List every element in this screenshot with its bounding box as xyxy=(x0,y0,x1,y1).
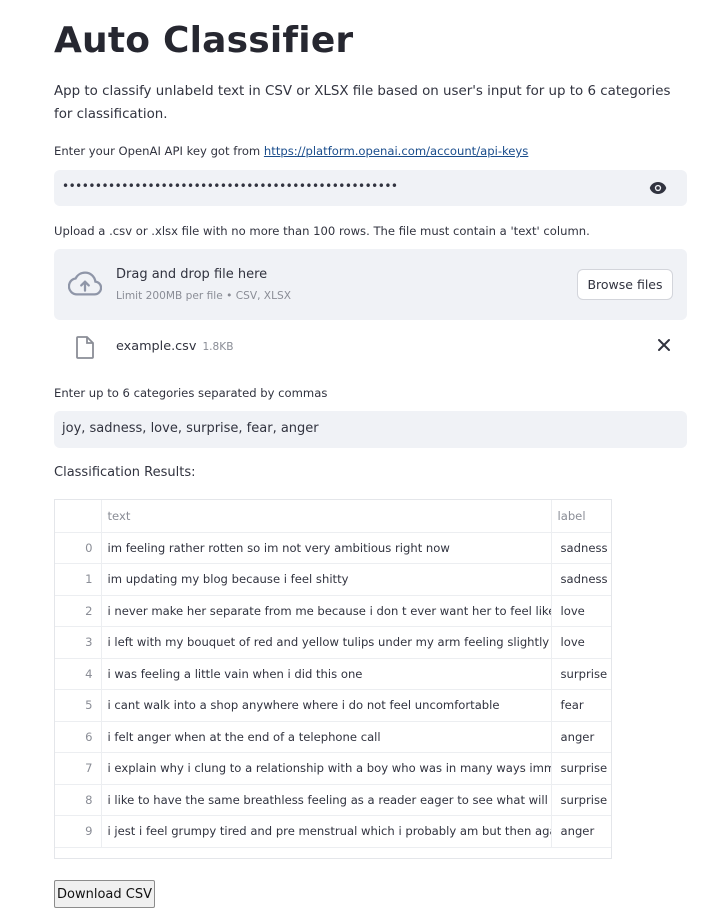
row-index-cell[interactable]: 4 xyxy=(55,658,102,690)
table-row: 3i left with my bouquet of red and yello… xyxy=(55,626,611,659)
table-row: 6i felt anger when at the end of a telep… xyxy=(55,721,611,753)
file-dropzone[interactable]: Drag and drop file here Limit 200MB per … xyxy=(54,249,687,320)
results-heading: Classification Results: xyxy=(54,465,196,480)
api-key-masked-value: ••••••••••••••••••••••••••••••••••••••••… xyxy=(62,179,398,193)
row-text-cell[interactable]: im feeling rather rotten so im not very … xyxy=(101,532,552,564)
column-header-index[interactable] xyxy=(55,500,102,533)
api-key-input[interactable]: ••••••••••••••••••••••••••••••••••••••••… xyxy=(54,170,687,206)
file-name-text: example.csv xyxy=(116,339,197,354)
row-index-cell[interactable]: 5 xyxy=(55,689,102,722)
row-text-cell[interactable]: i jest i feel grumpy tired and pre menst… xyxy=(101,815,552,848)
api-key-label: Enter your OpenAI API key got from https… xyxy=(54,144,528,158)
upload-label: Upload a .csv or .xlsx file with no more… xyxy=(54,224,590,238)
row-text-cell[interactable]: i left with my bouquet of red and yellow… xyxy=(101,626,552,659)
row-index-cell[interactable]: 1 xyxy=(55,563,102,596)
row-label-cell[interactable]: anger xyxy=(551,721,611,753)
row-text-cell[interactable]: i explain why i clung to a relationship … xyxy=(101,752,552,785)
table-row: 8i like to have the same breathless feel… xyxy=(55,784,611,816)
app-description: App to classify unlabeld text in CSV or … xyxy=(54,84,671,122)
dropzone-limit-text: Limit 200MB per file • CSV, XLSX xyxy=(116,290,291,302)
categories-input[interactable]: joy, sadness, love, surprise, fear, ange… xyxy=(54,411,687,448)
categories-value: joy, sadness, love, surprise, fear, ange… xyxy=(62,421,319,436)
row-label-cell[interactable]: sadness xyxy=(551,563,611,596)
table-row: 1 im updating my blog because i feel shit… xyxy=(55,563,611,596)
browse-files-button[interactable]: Browse files xyxy=(577,269,673,300)
row-text-cell[interactable]: i was feeling a little vain when i did t… xyxy=(101,658,552,690)
column-header-text[interactable]: text xyxy=(101,500,552,533)
table-row: 4i was feeling a little vain when i did … xyxy=(55,658,611,690)
download-csv-button[interactable]: Download CSV xyxy=(54,880,155,908)
row-index-cell[interactable]: 7 xyxy=(55,752,102,785)
page-title: Auto Classifier xyxy=(54,20,354,61)
api-keys-link[interactable]: https://platform.openai.com/account/api-… xyxy=(264,144,528,158)
row-label-cell[interactable]: surprise xyxy=(551,752,611,785)
row-label-cell[interactable]: love xyxy=(551,626,611,659)
row-text-cell[interactable]: i never make her separate from me becaus… xyxy=(101,595,552,627)
row-index-cell[interactable]: 0 xyxy=(55,532,102,564)
row-text-cell[interactable]: i cant walk into a shop anywhere where i… xyxy=(101,689,552,722)
file-icon xyxy=(76,336,94,359)
row-index-cell[interactable]: 3 xyxy=(55,626,102,659)
row-index-cell[interactable]: 6 xyxy=(55,721,102,753)
eye-icon[interactable] xyxy=(649,181,667,195)
row-text-cell[interactable]: i like to have the same breathless feeli… xyxy=(101,784,552,816)
close-icon[interactable] xyxy=(657,338,671,352)
dropzone-title: Drag and drop file here xyxy=(116,267,268,282)
table-header-row: text label xyxy=(55,500,611,533)
row-label-cell[interactable]: anger xyxy=(551,815,611,848)
cloud-upload-icon xyxy=(68,271,102,296)
table-row: 0 im feeling rather rotten so im not very… xyxy=(55,532,611,564)
row-label-cell[interactable]: surprise xyxy=(551,784,611,816)
row-index-cell[interactable]: 9 xyxy=(55,815,102,848)
row-text-cell[interactable]: i felt anger when at the end of a teleph… xyxy=(101,721,552,753)
file-size: 1.8KB xyxy=(202,341,234,353)
row-label-cell[interactable]: surprise xyxy=(551,658,611,690)
row-label-cell[interactable]: fear xyxy=(551,689,611,722)
uploaded-file-row: example.csv 1.8KB xyxy=(54,330,687,364)
row-label-cell[interactable]: sadness xyxy=(551,532,611,564)
row-index-cell[interactable]: 8 xyxy=(55,784,102,816)
api-key-label-text: Enter your OpenAI API key got from xyxy=(54,144,264,158)
table-row: 5i cant walk into a shop anywhere where … xyxy=(55,689,611,722)
column-header-label[interactable]: label xyxy=(551,500,611,533)
uploaded-file-name: example.csv 1.8KB xyxy=(116,339,234,354)
table-row: 2i never make her separate from me becau… xyxy=(55,595,611,627)
row-text-cell[interactable]: im updating my blog because i feel shitt… xyxy=(101,563,552,596)
results-table[interactable]: text label 0 im feeling rather rotten so … xyxy=(54,499,612,859)
table-row: 9i jest i feel grumpy tired and pre mens… xyxy=(55,815,611,848)
table-row: 7i explain why i clung to a relationship… xyxy=(55,752,611,785)
row-index-cell[interactable]: 2 xyxy=(55,595,102,627)
categories-label: Enter up to 6 categories separated by co… xyxy=(54,386,328,400)
row-label-cell[interactable]: love xyxy=(551,595,611,627)
